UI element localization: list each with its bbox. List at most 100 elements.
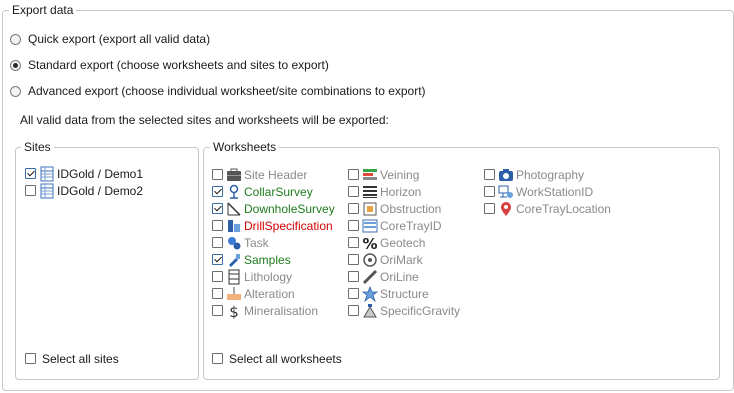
select-all-worksheets[interactable]: Select all worksheets <box>212 350 342 367</box>
worksheet-item[interactable]: DownholeSurvey <box>212 200 335 217</box>
worksheet-item-checkbox[interactable] <box>484 186 495 197</box>
worksheet-item-label: CollarSurvey <box>244 184 313 199</box>
worksheet-item-checkbox[interactable] <box>348 288 359 299</box>
worksheet-item[interactable]: OriMark <box>348 251 423 268</box>
worksheet-item-label: WorkStationID <box>516 184 594 199</box>
export-data-title: Export data <box>9 3 77 17</box>
worksheet-item-checkbox[interactable] <box>212 305 223 316</box>
worksheet-item-label: Mineralisation <box>244 303 319 318</box>
worksheet-item-checkbox[interactable] <box>348 305 359 316</box>
worksheet-item[interactable]: Lithology <box>212 268 292 285</box>
worksheet-item-checkbox[interactable] <box>484 203 495 214</box>
select-all-worksheets-label: Select all worksheets <box>229 351 342 366</box>
worksheet-item[interactable]: CollarSurvey <box>212 183 313 200</box>
worksheet-item[interactable]: Horizon <box>348 183 421 200</box>
worksheet-item-checkbox[interactable] <box>212 169 223 180</box>
radio-button[interactable] <box>10 33 21 45</box>
samples-icon <box>229 253 240 267</box>
svg-text:$: $ <box>229 303 239 319</box>
worksheet-item-label: Task <box>244 235 269 250</box>
radio-button[interactable] <box>10 85 21 97</box>
worksheet-item-label: OriMark <box>380 252 423 267</box>
geotech-icon: % <box>362 235 377 251</box>
worksheet-item-checkbox[interactable] <box>348 203 359 214</box>
advanced-export-label: Advanced export (choose individual works… <box>28 84 426 98</box>
select-all-worksheets-checkbox[interactable] <box>212 353 223 364</box>
worksheet-item-checkbox[interactable] <box>348 237 359 248</box>
worksheet-item-label: Site Header <box>244 167 308 182</box>
worksheet-item-label: CoreTrayLocation <box>516 201 611 216</box>
select-all-sites[interactable]: Select all sites <box>25 350 119 367</box>
standard-export-radio[interactable]: Standard export (choose worksheets and s… <box>10 56 329 74</box>
worksheet-item-checkbox[interactable] <box>348 169 359 180</box>
worksheet-item-label: Lithology <box>244 269 293 284</box>
core-tray-icon <box>362 219 378 232</box>
structure-icon <box>362 285 378 302</box>
quick-export-radio[interactable]: Quick export (export all valid data) <box>10 30 210 48</box>
downhole-survey-icon <box>227 201 241 216</box>
radio-button[interactable] <box>10 59 21 71</box>
worksheet-item-checkbox[interactable] <box>212 254 223 265</box>
location-pin-icon <box>501 201 511 216</box>
site-item-label: IDGold / Demo2 <box>57 183 144 198</box>
select-all-sites-label: Select all sites <box>42 351 119 366</box>
collar-survey-icon <box>229 184 239 199</box>
alteration-icon <box>227 286 241 300</box>
worksheet-item-label: Alteration <box>244 286 295 301</box>
worksheet-item[interactable]: Alteration <box>212 285 295 302</box>
standard-export-label: Standard export (choose worksheets and s… <box>28 58 329 72</box>
worksheet-item-label: DrillSpecification <box>244 218 333 233</box>
lithology-icon <box>228 269 240 284</box>
worksheet-item-checkbox[interactable] <box>212 271 223 282</box>
worksheet-item-label: Geotech <box>380 235 426 250</box>
svg-text:%: % <box>362 235 377 251</box>
site-item[interactable]: IDGold / Demo2 <box>25 182 143 199</box>
worksheet-item[interactable]: Photography <box>484 166 584 183</box>
worksheet-item-checkbox[interactable] <box>484 169 495 180</box>
worksheet-item-checkbox[interactable] <box>212 220 223 231</box>
mineralisation-icon: $ <box>229 303 239 319</box>
worksheet-item-checkbox[interactable] <box>348 186 359 197</box>
quick-export-label: Quick export (export all valid data) <box>28 32 211 46</box>
worksheet-item[interactable]: WorkStationID <box>484 183 593 200</box>
worksheet-item-checkbox[interactable] <box>212 237 223 248</box>
worksheet-item-label: SpecificGravity <box>380 303 461 318</box>
worksheet-item-label: Obstruction <box>380 201 442 216</box>
worksheet-item-checkbox[interactable] <box>212 203 223 214</box>
worksheet-item[interactable]: CoreTrayID <box>348 217 442 234</box>
worksheet-item-checkbox[interactable] <box>212 288 223 299</box>
worksheet-item-label: Photography <box>516 167 585 182</box>
worksheet-item[interactable]: Veining <box>348 166 419 183</box>
worksheet-item[interactable]: Task <box>212 234 269 251</box>
worksheet-item-label: Structure <box>380 286 429 301</box>
worksheet-item[interactable]: $ Mineralisation <box>212 302 318 319</box>
worksheet-item[interactable]: OriLine <box>348 268 419 285</box>
task-icon <box>228 236 241 249</box>
obstruction-icon <box>363 202 377 215</box>
worksheet-item[interactable]: DrillSpecification <box>212 217 333 234</box>
worksheet-grid-icon <box>40 183 54 198</box>
worksheet-item-checkbox[interactable] <box>348 254 359 265</box>
advanced-export-radio[interactable]: Advanced export (choose individual works… <box>10 82 426 100</box>
worksheet-item[interactable]: Obstruction <box>348 200 441 217</box>
worksheet-item[interactable]: Structure <box>348 285 429 302</box>
worksheet-item[interactable]: % Geotech <box>348 234 425 251</box>
worksheet-item-checkbox[interactable] <box>212 186 223 197</box>
worksheet-grid-icon <box>40 166 54 181</box>
worksheet-item-checkbox[interactable] <box>348 271 359 282</box>
worksheet-item[interactable]: Samples <box>212 251 291 268</box>
worksheet-item[interactable]: CoreTrayLocation <box>484 200 611 217</box>
site-item-checkbox[interactable] <box>25 185 36 196</box>
select-all-sites-checkbox[interactable] <box>25 353 36 364</box>
worksheet-item[interactable]: Site Header <box>212 166 307 183</box>
specific-gravity-icon <box>363 303 377 317</box>
worksheet-item-checkbox[interactable] <box>348 220 359 231</box>
site-item[interactable]: IDGold / Demo1 <box>25 165 143 182</box>
horizon-icon <box>363 185 377 198</box>
export-info-text: All valid data from the selected sites a… <box>20 113 389 127</box>
site-item-checkbox[interactable] <box>25 168 36 179</box>
worksheet-item[interactable]: SpecificGravity <box>348 302 460 319</box>
worksheet-item-label: OriLine <box>380 269 419 284</box>
worksheet-item-label: CoreTrayID <box>380 218 442 233</box>
veining-icon <box>363 168 377 180</box>
